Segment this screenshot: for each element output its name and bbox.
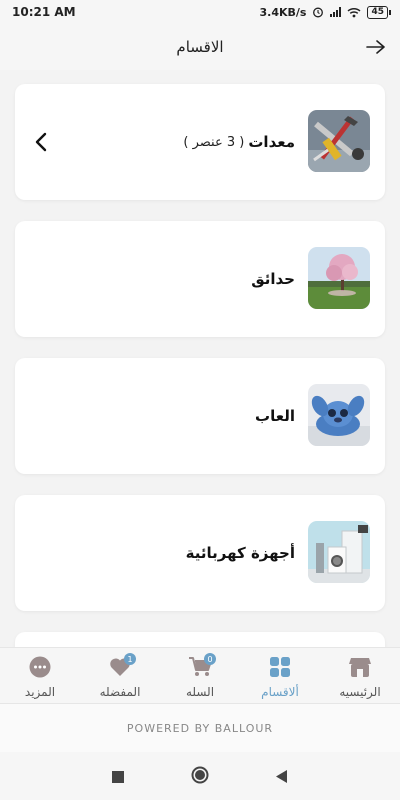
triangle-back-icon — [276, 770, 287, 783]
nav-label-categories: ألاقسام — [261, 685, 299, 699]
category-card-partial[interactable] — [15, 632, 385, 648]
category-card-toys[interactable]: العاب — [15, 358, 385, 474]
home-button[interactable] — [191, 766, 209, 788]
category-title: أجهزة كهربائية — [186, 495, 295, 611]
status-time: 10:21 AM — [12, 5, 76, 19]
nav-item-favorites[interactable]: 1 المفضله — [80, 648, 160, 703]
status-bar: 10:21 AM 3.4KB/s 45 — [0, 0, 400, 24]
heart-icon: 1 — [107, 653, 136, 679]
bottom-nav: الرئيسيه ألاقسام 0 السله 1 المفضله المزي… — [0, 647, 400, 703]
battery-icon: 45 — [367, 5, 391, 19]
more-icon — [27, 655, 53, 679]
system-back-button[interactable] — [275, 768, 288, 787]
category-count: ( 3 عنصر ) — [183, 134, 245, 150]
powered-by-text: POWERED BY BALLOUR — [126, 721, 274, 735]
alarm-icon — [313, 7, 324, 18]
nav-label-cart: السله — [185, 685, 215, 699]
nav-item-home[interactable]: الرئيسيه — [320, 648, 400, 703]
nav-label-favorites: المفضله — [99, 685, 141, 699]
status-indicators: 3.4KB/s 45 — [259, 5, 391, 19]
category-card-gardens[interactable]: حدائق — [15, 221, 385, 337]
nav-label-more: المزيد — [24, 685, 56, 699]
plush-toy-image — [308, 384, 370, 446]
chevron-left-icon[interactable] — [31, 130, 51, 154]
network-speed: 3.4KB/s — [259, 5, 307, 19]
page-title: الاقسام — [176, 38, 224, 56]
app-header: الاقسام — [0, 24, 400, 70]
grid-icon — [267, 655, 293, 679]
arrow-right-icon — [366, 40, 385, 54]
square-icon — [112, 771, 124, 783]
nav-item-categories[interactable]: ألاقسام — [240, 648, 320, 703]
system-nav-bar — [0, 752, 400, 800]
category-name: معدات — [248, 133, 295, 151]
category-name: حدائق — [251, 270, 295, 288]
category-name: أجهزة كهربائية — [185, 544, 295, 562]
category-title: معدات ( 3 عنصر ) — [183, 84, 295, 200]
wifi-icon — [347, 7, 361, 17]
category-card-appliances[interactable]: أجهزة كهربائية — [15, 495, 385, 611]
signal-icon — [330, 7, 342, 17]
cart-icon: 0 — [187, 653, 216, 679]
circle-icon — [191, 766, 209, 784]
back-button[interactable] — [364, 35, 388, 59]
category-title: حدائق — [251, 221, 295, 337]
powered-by-footer: POWERED BY BALLOUR — [0, 703, 400, 752]
garden-tree-image — [308, 247, 370, 309]
tools-image — [308, 110, 370, 172]
recents-button[interactable] — [112, 768, 124, 787]
cart-badge: 0 — [204, 653, 216, 665]
appliances-image — [308, 521, 370, 583]
category-card-equipment[interactable]: معدات ( 3 عنصر ) — [15, 84, 385, 200]
store-icon — [347, 655, 373, 679]
categories-list[interactable]: معدات ( 3 عنصر ) حدائق العاب أجهزة كهربا… — [0, 70, 400, 648]
category-name: العاب — [255, 407, 295, 425]
nav-item-cart[interactable]: 0 السله — [160, 648, 240, 703]
nav-item-more[interactable]: المزيد — [0, 648, 80, 703]
favorites-badge: 1 — [124, 653, 136, 665]
nav-label-home: الرئيسيه — [339, 685, 381, 699]
category-title: العاب — [255, 358, 295, 474]
